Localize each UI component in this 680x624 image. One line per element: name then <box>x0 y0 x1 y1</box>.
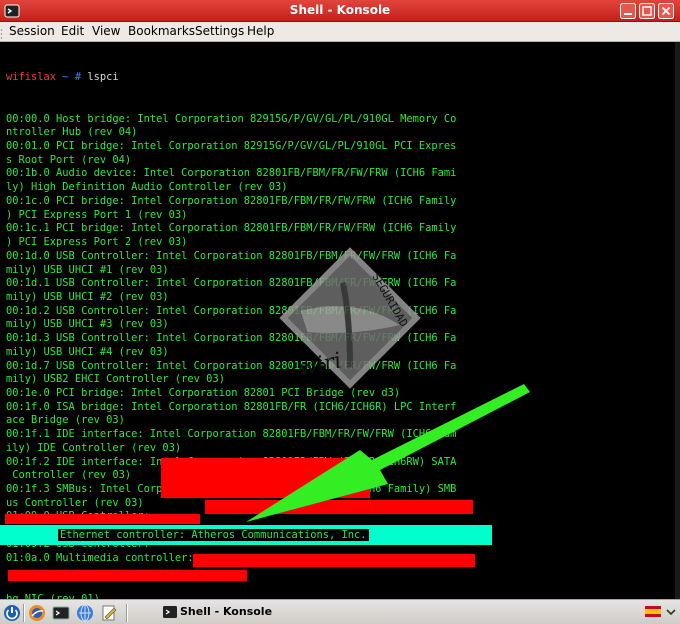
terminal-line: 00:1b.0 Audio device: Intel Corporation … <box>6 167 457 180</box>
taskbar-separator <box>23 604 25 622</box>
watermark-text-bottom: wiri <box>296 348 344 381</box>
konqueror-icon[interactable] <box>76 604 94 622</box>
redaction-block-ethernet-2 <box>8 570 247 581</box>
taskbar: Shell - Konsole <box>0 599 680 624</box>
terminal-line: 00:1c.0 PCI bridge: Intel Corporation 82… <box>6 194 457 207</box>
terminal-line: 00:01.0 PCI bridge: Intel Corporation 82… <box>6 140 457 153</box>
tray-expand-icon[interactable] <box>665 606 677 618</box>
window-titlebar[interactable]: Shell - Konsole <box>0 0 680 22</box>
konsole-task-icon <box>163 606 177 618</box>
minimize-icon[interactable] <box>620 3 636 19</box>
redaction-block-usb <box>161 458 370 498</box>
terminal-line: ily) IDE Controller (rev 03) <box>6 441 182 454</box>
prompt-user: wifislax <box>6 71 57 84</box>
terminal-line: ly) High Definition Audio Controller (re… <box>6 181 288 194</box>
menubar: Session Edit View Bookmarks Settings Hel… <box>0 22 680 42</box>
browser-icon[interactable] <box>28 604 46 622</box>
close-icon[interactable] <box>658 3 674 19</box>
terminal-line: ntroller Hub (rev 04) <box>6 126 138 139</box>
terminal-line: 00:1f.0 ISA bridge: Intel Corporation 82… <box>6 400 457 413</box>
terminal-line: ) PCI Express Port 1 (rev 03) <box>6 208 188 221</box>
taskbar-separator-2 <box>126 604 128 622</box>
terminal-scrollbar[interactable] <box>675 42 680 599</box>
terminal-line: 00:1c.1 PCI bridge: Intel Corporation 82… <box>6 222 457 235</box>
terminal-line: s Root Port (rev 04) <box>6 153 132 166</box>
task-label: Shell - Konsole <box>180 605 273 618</box>
power-icon[interactable] <box>3 604 21 622</box>
highlight-annotation: Ethernet controller: Atheros Communicati… <box>0 525 492 545</box>
editor-icon[interactable] <box>100 604 118 622</box>
menu-help[interactable]: Help <box>247 24 274 38</box>
watermark-logo: SEGURIDAD wiri <box>279 247 421 389</box>
terminal-line: 00:1f.1 IDE interface: Intel Corporation… <box>6 428 457 441</box>
terminal-prompt: wifislax ~ # lspci <box>6 71 456 85</box>
redaction-block-ethernet <box>193 554 475 567</box>
terminal-launcher-icon[interactable] <box>52 604 70 622</box>
menu-session[interactable]: Session <box>9 24 55 38</box>
prompt-path: ~ # <box>56 71 82 84</box>
menu-view[interactable]: View <box>92 24 120 38</box>
terminal-line: ace Bridge (rev 03) <box>6 414 125 427</box>
keyboard-layout-flag-icon[interactable] <box>645 606 661 617</box>
menubar-handle-icon <box>0 29 3 39</box>
menu-settings[interactable]: Settings <box>195 24 244 38</box>
taskbar-task-konsole[interactable]: Shell - Konsole <box>156 602 630 623</box>
window-title: Shell - Konsole <box>289 3 391 17</box>
maximize-icon[interactable] <box>639 3 655 19</box>
redaction-block-multimedia <box>205 500 473 514</box>
prompt-command: lspci <box>81 71 119 84</box>
menu-edit[interactable]: Edit <box>61 24 84 38</box>
highlight-text: Ethernet controller: Atheros Communicati… <box>58 529 369 541</box>
redaction-block-multimedia-2 <box>5 514 200 524</box>
terminal-line: 00:00.0 Host bridge: Intel Corporation 8… <box>6 112 457 125</box>
menu-bookmarks[interactable]: Bookmarks <box>128 24 195 38</box>
